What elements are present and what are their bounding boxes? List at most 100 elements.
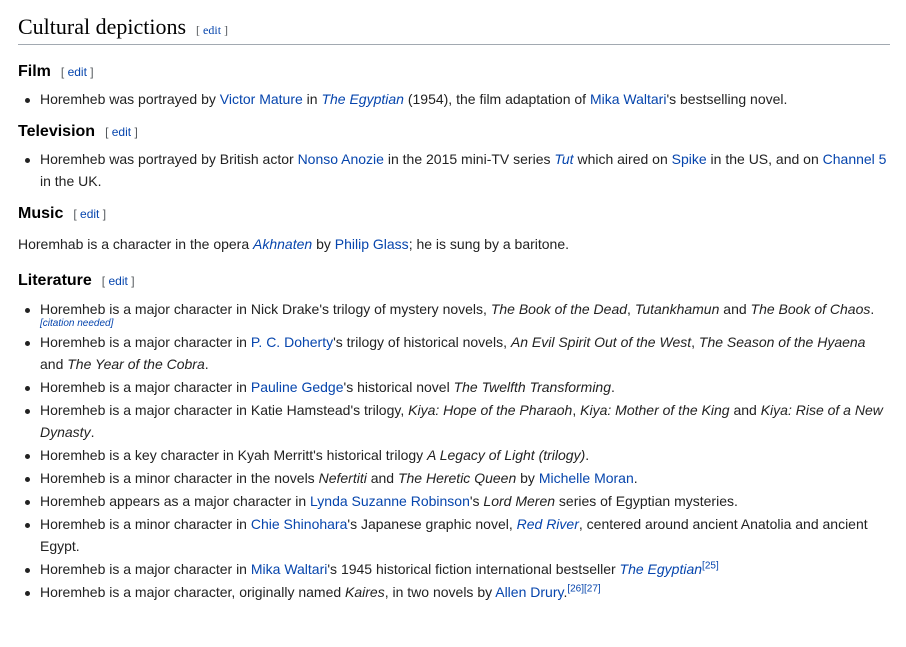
list-item: Horemheb was portrayed by British actor … [25,148,890,192]
reference-link[interactable]: [25] [702,560,719,571]
edit-section-link-wrapper: [ edit ] [61,65,94,79]
wiki-link-italic[interactable]: The Egyptian [321,91,404,107]
text-run: Horemhab is a character in the opera [18,236,254,252]
wiki-link[interactable]: Philip Glass [335,236,409,252]
edit-link[interactable]: edit [108,274,127,288]
italic-title: The Season of the Hyaena [698,334,866,350]
wiki-link[interactable]: Mika Waltari [590,91,667,107]
text-run: . [90,424,95,440]
text-run: in the US, and on [706,151,823,167]
list-item: Horemheb is a minor character in Chie Sh… [25,513,890,557]
italic-title: Kiya: Mother of the King [580,402,730,418]
reference-link[interactable]: [26] [567,583,584,594]
bracket-close: ] [131,274,135,288]
wiki-link[interactable]: Victor Mature [220,91,303,107]
italic-title: An Evil Spirit Out of the West [510,334,692,350]
text-run: Horemheb was portrayed by British actor [40,151,298,167]
text-run: and [40,356,68,372]
text-run: Horemheb is a major character in [40,379,251,395]
text-run: Horemheb is a minor character in the nov… [40,470,319,486]
text-run: in the UK. [40,173,102,189]
italic-title: The Year of the Cobra [67,356,205,372]
bracket-open: [ [60,65,65,79]
wiki-link[interactable]: Lynda Suzanne Robinson [310,493,470,509]
wiki-link[interactable]: Spike [672,151,707,167]
bracket-open: [ [196,23,201,37]
wiki-link-italic[interactable]: The Egyptian [620,561,703,577]
list-item: Horemheb was portrayed by Victor Mature … [25,88,890,110]
bracket-close: ] [134,125,138,139]
list-item: Horemheb is a major character in P. C. D… [25,331,890,375]
text-run: (1954), the film adaptation of [403,91,590,107]
bracket-open: [ [105,125,109,139]
reference-superscript: [27] [584,583,601,594]
wiki-link-italic[interactable]: Akhnaten [253,236,312,252]
text-run: Horemheb appears as a major character in [40,493,311,509]
wiki-link[interactable]: Channel 5 [823,151,887,167]
italic-title: Nefertiti [318,470,367,486]
text-run: by [516,470,539,486]
text-run: Horemheb was portrayed by [40,91,220,107]
article-content: Cultural depictions [ edit ] Film [ edit ]… [0,0,906,603]
text-run: which aired on [573,151,672,167]
reference-link[interactable]: [27] [584,583,601,594]
text-run: by [312,236,335,252]
section-title: Cultural depictions [18,14,187,39]
italic-title: The Book of Chaos [750,301,871,317]
edit-link[interactable]: edit [80,207,99,221]
text-run: , [627,301,635,317]
bracket-close: ] [90,65,94,79]
wiki-link[interactable]: P. C. Doherty [251,334,333,350]
text-run: Horemheb is a major character in Katie H… [40,402,409,418]
italic-title: Kiya: Hope of the Pharaoh [408,402,573,418]
text-run: 's Japanese graphic novel, [347,516,517,532]
bracket-close: ] [224,23,229,37]
wiki-link[interactable]: Pauline Gedge [251,379,344,395]
text-run: and [366,470,398,486]
text-run: ; he is sung by a baritone. [408,236,570,252]
text-run: , [691,334,699,350]
subsection-title: Film [18,63,51,80]
text-run: Horemheb is a minor character in [40,516,251,532]
text-run: Horemheb is a major character in [40,561,251,577]
text-run: in the 2015 mini-TV series [383,151,555,167]
text-run: Horemheb is a major character in Nick Dr… [40,301,491,317]
edit-section-link-wrapper: [ edit ] [196,23,228,37]
text-run: . [585,447,590,463]
wiki-link-italic[interactable]: Tut [554,151,573,167]
edit-link[interactable]: edit [203,23,221,37]
text-run: . [204,356,209,372]
music-paragraph: Horemhab is a character in the opera Akh… [18,233,890,255]
text-run: 's trilogy of historical novels, [333,334,511,350]
italic-title: The Book of the Dead [490,301,628,317]
reference-superscript: [26] [567,583,584,594]
text-run: Horemheb is a key character in Kyah Merr… [40,447,428,463]
wiki-link[interactable]: Mika Waltari [251,561,328,577]
edit-link[interactable]: edit [112,125,131,139]
wiki-link[interactable]: Allen Drury [495,584,563,600]
wiki-link[interactable]: Chie Shinohara [251,516,348,532]
section-heading-cultural-depictions: Cultural depictions [ edit ] [18,0,890,45]
italic-title: A Legacy of Light (trilogy) [427,447,586,463]
list-item: Horemheb appears as a major character in… [25,490,890,512]
italic-title: Lord Meren [483,493,556,509]
edit-section-link-wrapper: [ edit ] [102,274,135,288]
wiki-link-italic[interactable]: Red River [517,516,579,532]
italic-title: The Twelfth Transforming [453,379,611,395]
text-run: . [633,470,638,486]
television-list: Horemheb was portrayed by British actor … [18,148,890,192]
subsection-heading-literature: Literature [ edit ] [18,270,890,292]
wiki-link[interactable]: Nonso Anozie [298,151,384,167]
citation-needed-link[interactable]: [citation needed] [40,318,113,329]
text-run: series of Egyptian mysteries. [555,493,738,509]
edit-section-link-wrapper: [ edit ] [105,125,138,139]
text-run: . [870,301,875,317]
wiki-link[interactable]: Michelle Moran [539,470,634,486]
text-run: and [729,402,761,418]
subsection-heading-film: Film [ edit ] [18,61,890,83]
edit-link[interactable]: edit [68,65,87,79]
text-run: , [572,402,581,418]
bracket-open: [ [73,207,77,221]
text-run: 's bestselling novel. [666,91,788,107]
italic-title: Tutankhamun [634,301,720,317]
